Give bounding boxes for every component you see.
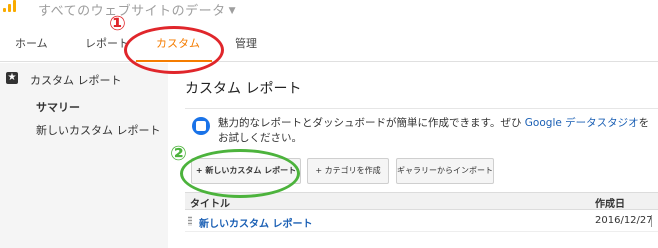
main-content: カスタム レポート 魅力的なレポートとダッシュボードが簡単に作成できます。ぜひ … <box>168 63 658 248</box>
new-custom-report-button[interactable]: + 新しいカスタム レポート <box>191 158 301 184</box>
sidebar: ★ カスタム レポート サマリー 新しいカスタム レポート <box>0 63 168 248</box>
sidebar-item-summary[interactable]: サマリー <box>36 99 80 115</box>
column-created-header[interactable]: 作成日 <box>595 195 625 210</box>
table-row: 新しいカスタム レポート 2016/12/27 <box>185 210 658 232</box>
promo-text: 魅力的なレポートとダッシュボードが簡単に作成できます。ぜひ Google データ… <box>218 116 658 146</box>
data-studio-promo: 魅力的なレポートとダッシュボードが簡単に作成できます。ぜひ Google データ… <box>185 108 658 144</box>
tab-home[interactable]: ホーム <box>15 35 48 51</box>
column-title-header[interactable]: タイトル <box>190 195 230 210</box>
star-icon: ★ <box>6 72 18 84</box>
tab-admin[interactable]: 管理 <box>235 35 257 51</box>
account-title: すべてのウェブサイトのデータ <box>38 4 226 19</box>
tab-custom[interactable]: カスタム <box>156 35 200 51</box>
row-action-cell[interactable] <box>651 215 658 227</box>
report-title-link[interactable]: 新しいカスタム レポート <box>199 215 312 230</box>
table-header: タイトル 作成日 <box>185 192 658 210</box>
page-title: カスタム レポート <box>185 81 302 97</box>
main-nav: ホーム レポート カスタム 管理 <box>0 22 658 62</box>
data-studio-icon <box>192 117 210 135</box>
account-bar: すべてのウェブサイトのデータ ▼ <box>0 0 658 22</box>
sidebar-section-label: カスタム レポート <box>30 74 122 87</box>
data-studio-link[interactable]: Google データスタジオ <box>525 117 639 129</box>
custom-reports-table: タイトル 作成日 新しいカスタム レポート 2016/12/27 <box>185 192 658 248</box>
create-category-button[interactable]: + カテゴリを作成 <box>307 158 389 184</box>
drag-handle-icon[interactable] <box>188 216 192 226</box>
tab-reports[interactable]: レポート <box>85 35 129 51</box>
caret-down-icon: ▼ <box>228 6 236 16</box>
active-tab-indicator <box>136 60 212 62</box>
sidebar-item-new-custom-report[interactable]: 新しいカスタム レポート <box>36 122 161 138</box>
report-created-date: 2016/12/27 <box>595 215 653 226</box>
account-selector[interactable]: すべてのウェブサイトのデータ ▼ <box>38 0 236 19</box>
promo-message: 魅力的なレポートとダッシュボードが簡単に作成できます。ぜひ <box>218 117 525 129</box>
import-from-gallery-button[interactable]: ギャラリーからインポート <box>396 158 494 184</box>
analytics-logo-icon <box>3 0 17 14</box>
sidebar-section-custom-reports[interactable]: ★ カスタム レポート <box>4 68 164 90</box>
